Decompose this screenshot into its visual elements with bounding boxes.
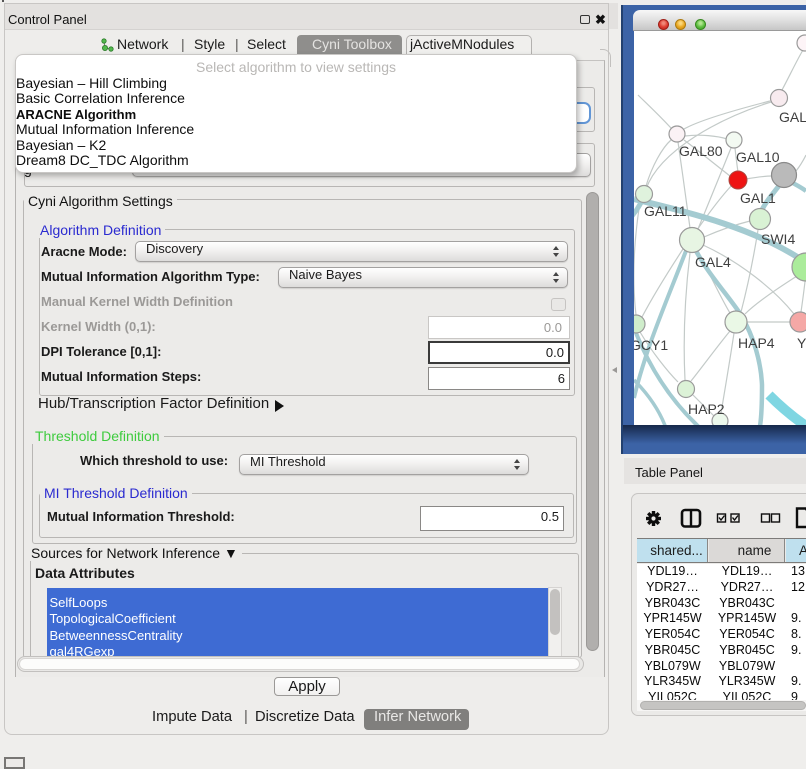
svg-text:HAP4: HAP4 bbox=[738, 335, 775, 351]
svg-text:Y: Y bbox=[797, 335, 806, 351]
svg-text:GAL11: GAL11 bbox=[644, 203, 687, 219]
svg-text:GAL1: GAL1 bbox=[740, 190, 776, 206]
svg-text:GAL10: GAL10 bbox=[736, 149, 780, 165]
svg-text:GAL4: GAL4 bbox=[695, 254, 731, 270]
svg-text:GAL7: GAL7 bbox=[779, 109, 806, 125]
svg-text:SWI4: SWI4 bbox=[761, 231, 795, 247]
svg-text:HAP2: HAP2 bbox=[688, 401, 725, 417]
svg-text:GCY1: GCY1 bbox=[634, 337, 668, 353]
svg-text:GAL80: GAL80 bbox=[679, 143, 723, 159]
